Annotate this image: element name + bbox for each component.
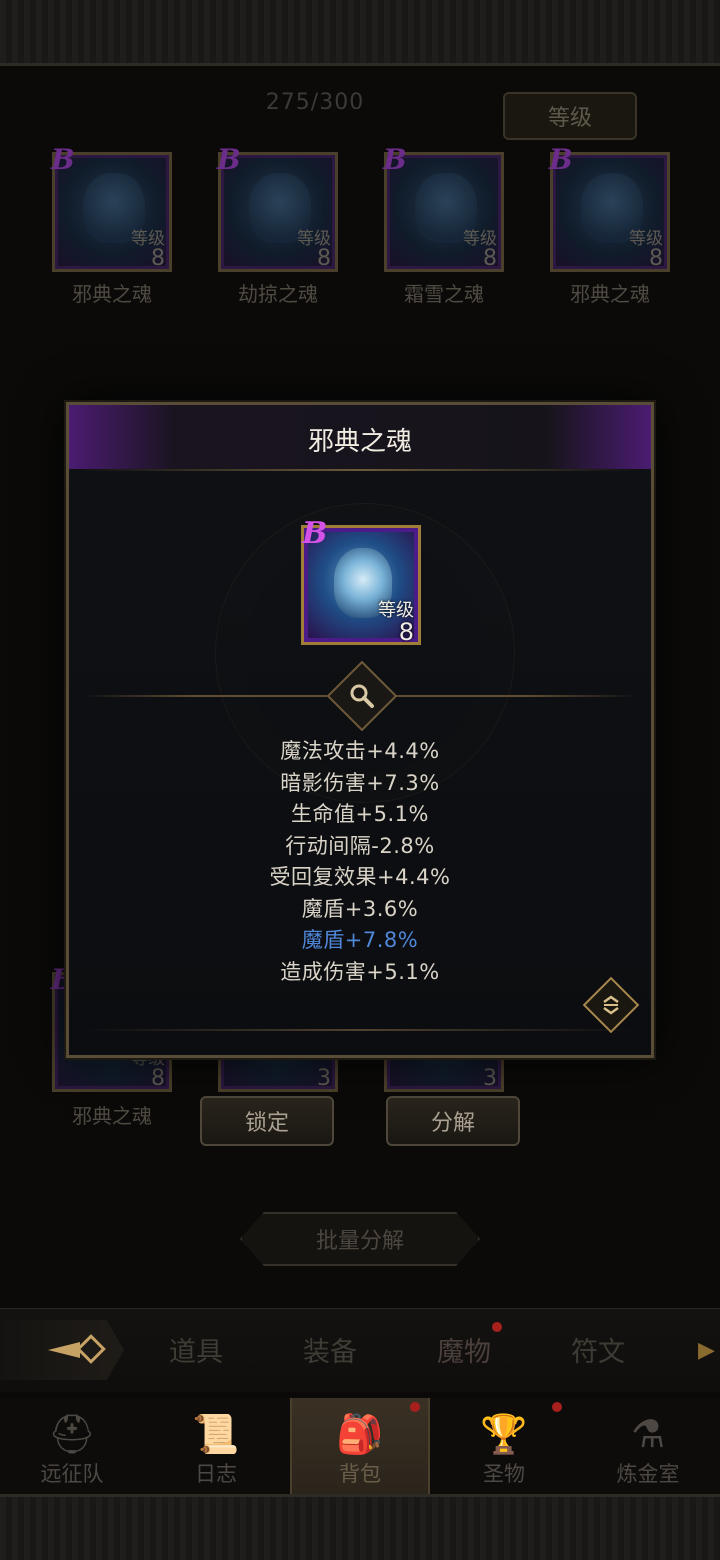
soul-detail-card: B 等级 8 xyxy=(301,516,421,646)
soul-card[interactable]: B 等级 8 xyxy=(51,143,172,272)
stat-line-highlighted: 魔盾+7.8% xyxy=(301,928,419,952)
soul-card[interactable]: B 等级 8 xyxy=(549,143,670,272)
sort-by-level-button[interactable]: 等级 xyxy=(503,92,637,140)
decompose-button[interactable]: 分解 xyxy=(386,1096,520,1146)
level-value: 8 xyxy=(317,246,331,271)
inventory-capacity: 275/300 xyxy=(265,90,365,115)
soul-card[interactable]: B 等级 8 xyxy=(217,143,338,272)
collapse-arrows-icon[interactable] xyxy=(591,985,631,1025)
soul-card-name: 劫掠之魂 xyxy=(238,282,318,306)
nav-journal[interactable]: 📜 日志 xyxy=(146,1398,286,1494)
arrow-emblem-icon xyxy=(46,1334,106,1366)
stat-line: 造成伤害+5.1% xyxy=(280,959,440,984)
level-value: 8 xyxy=(151,246,165,271)
level-value: 8 xyxy=(483,246,497,271)
tab-equipment[interactable]: 装备 xyxy=(280,1330,380,1369)
notification-dot xyxy=(492,1322,502,1332)
section-divider xyxy=(83,1029,637,1031)
level-value: 8 xyxy=(649,246,663,271)
bottom-ornament-bar xyxy=(0,1494,720,1560)
modal-title: 邪典之魂 xyxy=(307,427,412,457)
notification-dot xyxy=(552,1402,562,1412)
soul-card-name: 霜雪之魂 xyxy=(404,282,484,306)
magnifier-icon[interactable] xyxy=(337,671,387,721)
lock-button[interactable]: 锁定 xyxy=(200,1096,334,1146)
notification-dot xyxy=(410,1402,420,1412)
tab-monsters[interactable]: 魔物 xyxy=(414,1330,514,1369)
level-value: 3 xyxy=(483,1066,497,1091)
stat-line: 暗影伤害+7.3% xyxy=(280,770,440,795)
alchemy-icon: ⚗ xyxy=(630,1412,666,1456)
helmet-icon: ⛑ xyxy=(47,1412,97,1456)
grade-badge: B xyxy=(51,143,75,176)
level-value: 8 xyxy=(151,1066,165,1091)
tab-runes[interactable]: 符文 xyxy=(548,1330,648,1369)
soul-card-name: 邪典之魂 xyxy=(72,282,152,306)
grade-badge: B xyxy=(302,516,328,551)
nav-alchemy[interactable]: ⚗ 炼金室 xyxy=(578,1398,718,1494)
nav-label: 背包 xyxy=(339,1462,381,1486)
backpack-icon: 🎒 xyxy=(336,1412,384,1456)
top-ornament-bar xyxy=(0,0,720,66)
chalice-icon: 🏆 xyxy=(480,1412,528,1456)
soul-card-name: 邪典之魂 xyxy=(72,1104,152,1128)
nav-label: 日志 xyxy=(195,1462,237,1486)
category-toggle-button[interactable] xyxy=(0,1320,124,1380)
soul-card-name: 邪典之魂 xyxy=(570,282,650,306)
grade-badge: B xyxy=(549,143,573,176)
grade-badge: B xyxy=(383,143,407,176)
level-value: 3 xyxy=(317,1066,331,1091)
tab-items[interactable]: 道具 xyxy=(146,1330,246,1369)
nav-label: 远征队 xyxy=(40,1462,104,1486)
stat-line: 魔法攻击+4.4% xyxy=(280,739,440,763)
level-value: 8 xyxy=(398,618,414,646)
chevron-right-icon[interactable]: ▶ xyxy=(698,1338,715,1363)
nav-backpack[interactable]: 🎒 背包 xyxy=(290,1398,430,1494)
nav-expedition[interactable]: ⛑ 远征队 xyxy=(2,1398,142,1494)
stat-line: 生命值+5.1% xyxy=(291,802,429,826)
nav-label: 圣物 xyxy=(483,1462,525,1486)
nav-relics[interactable]: 🏆 圣物 xyxy=(434,1398,574,1494)
nav-label: 炼金室 xyxy=(616,1462,680,1486)
stat-list: 魔法攻击+4.4% 暗影伤害+7.3% 生命值+5.1% 行动间隔-2.8% 受… xyxy=(69,735,651,987)
scroll-icon: 📜 xyxy=(192,1412,240,1456)
soul-card[interactable]: B 等级 8 xyxy=(383,143,504,272)
stat-line: 魔盾+3.6% xyxy=(301,896,419,921)
soul-detail-modal: 邪典之魂 B 等级 8 魔法攻击+4.4% 暗影伤害+7.3% 生命值+5.1%… xyxy=(66,402,654,1058)
stat-line: 受回复效果+4.4% xyxy=(269,865,451,889)
title-divider xyxy=(79,469,641,471)
grade-badge: B xyxy=(217,143,241,176)
batch-decompose-button[interactable]: 批量分解 xyxy=(240,1212,480,1266)
stat-line: 行动间隔-2.8% xyxy=(285,833,435,858)
